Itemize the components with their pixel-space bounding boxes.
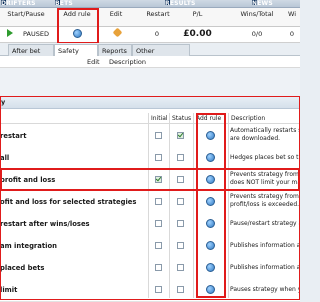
- play-icon[interactable]: [0, 29, 20, 39]
- col-restart: Restart: [146, 10, 170, 18]
- tab-reports[interactable]: Reports: [98, 44, 132, 56]
- col-edit: Edit: [109, 10, 123, 18]
- restart-count: 0: [154, 30, 160, 38]
- wins-total-value: 0/0: [251, 30, 263, 38]
- pl-value: £0.00: [183, 29, 212, 39]
- sub-edit-label: Edit: [87, 58, 100, 66]
- col-wins-total: Wins/Total: [240, 10, 274, 18]
- add-rule-highlight: [57, 8, 99, 44]
- rules-subheader: Edit Description: [0, 56, 300, 68]
- tab-after-bet-rules[interactable]: After bet rules: [8, 44, 54, 67]
- top-nav-bar: DRIFTERS BETS RESULTS NEWS: [0, 0, 300, 8]
- tab-bar: After bet rules Safety rules Reports Oth…: [0, 43, 300, 67]
- background-gap: [0, 68, 300, 96]
- wi-value: 0: [289, 30, 295, 38]
- status-label: PAUSED: [23, 30, 49, 38]
- edit-icon: [112, 27, 122, 38]
- col-wi: Wi: [287, 10, 297, 18]
- col-pl: P/L: [192, 10, 203, 18]
- strategy-header: Start/Pause Add rule Edit Restart P/L Wi…: [0, 8, 300, 27]
- edit-button[interactable]: [110, 27, 124, 38]
- sub-description-label: Description: [109, 58, 147, 66]
- strategy-row: PAUSED 0 £0.00 0/0 0: [0, 27, 300, 43]
- tab-other-information[interactable]: Other information: [132, 44, 190, 67]
- col-start-pause: Start/Pause: [7, 10, 45, 18]
- panel-highlight: [0, 96, 300, 300]
